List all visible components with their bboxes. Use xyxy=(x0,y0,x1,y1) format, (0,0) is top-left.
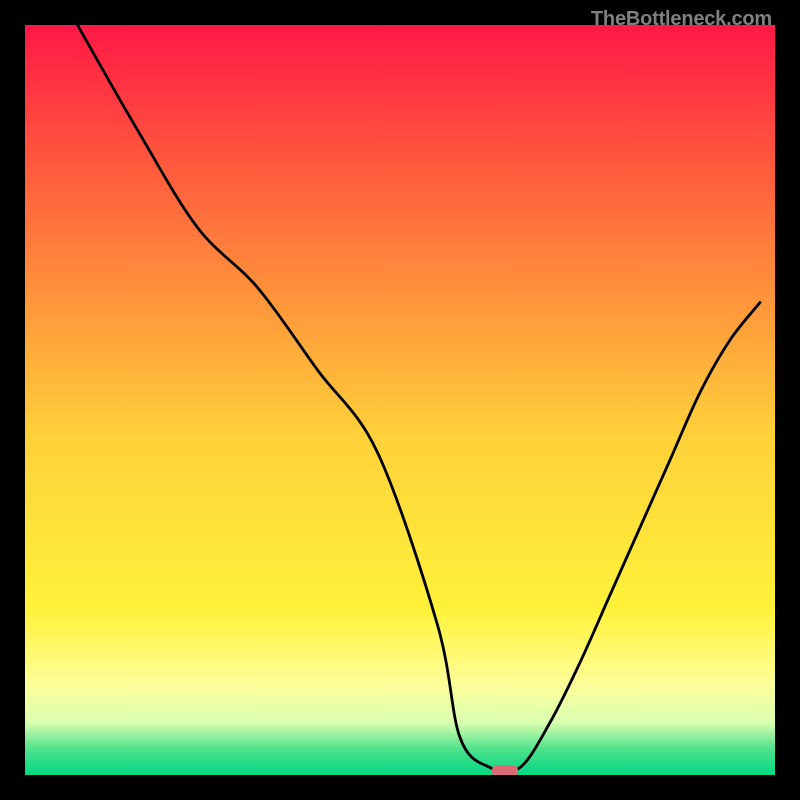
gradient-background xyxy=(25,25,775,775)
bottleneck-chart xyxy=(25,25,775,775)
chart-frame: TheBottleneck.com xyxy=(0,0,800,800)
optimal-marker xyxy=(492,765,518,775)
